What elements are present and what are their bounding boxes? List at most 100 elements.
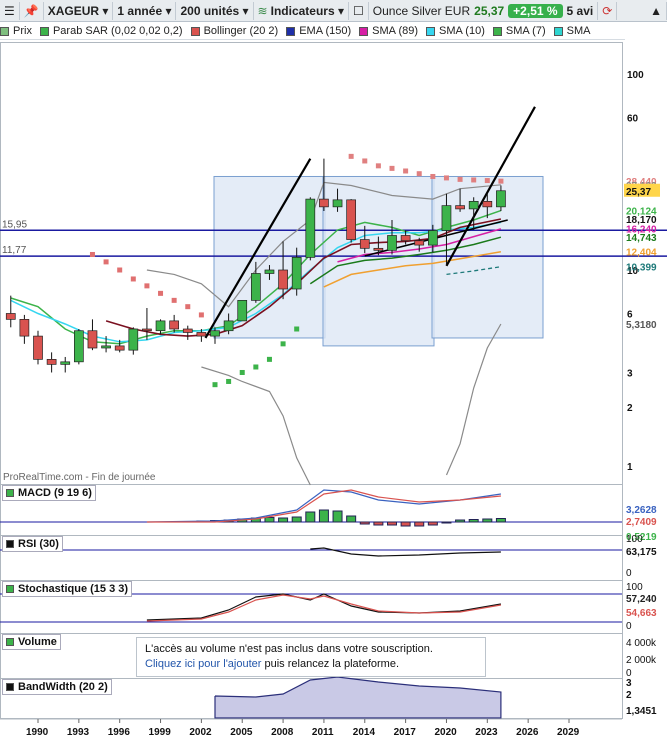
candle xyxy=(264,269,275,274)
candle xyxy=(291,257,302,290)
candle xyxy=(182,328,193,333)
sar-dot xyxy=(375,163,381,169)
notice-link[interactable]: Cliquez ici pour l'ajouter xyxy=(145,658,261,670)
panel-label-bandwidth[interactable]: BandWidth (20 2) xyxy=(2,679,112,695)
candle xyxy=(196,332,207,337)
checkbox-icon[interactable]: ☐ xyxy=(349,1,369,20)
sar-dot xyxy=(280,341,286,347)
y-tick-label: 1 xyxy=(627,462,633,473)
macd-bar xyxy=(414,521,425,527)
stoch-label: Stochastique (15 3 3) xyxy=(18,583,129,595)
macd-bar xyxy=(495,518,506,523)
panel-border xyxy=(0,535,623,581)
stoch-k xyxy=(146,593,502,621)
bollinger-lower-2 xyxy=(445,323,502,476)
y-tick-label: 60 xyxy=(627,113,639,124)
panel-label-rsi[interactable]: RSI (30) xyxy=(2,536,63,552)
indicators-label: Indicateurs xyxy=(270,3,335,18)
bandwidth-label: BandWidth (20 2) xyxy=(18,681,108,693)
candle xyxy=(441,205,452,231)
macd-value: 3,2628 xyxy=(626,505,657,516)
sar-dot xyxy=(144,283,150,289)
candle xyxy=(332,199,343,208)
sar-dot xyxy=(212,382,218,388)
x-tick-label: 2011 xyxy=(312,727,334,738)
volume-tick: 2 000k xyxy=(626,655,657,666)
candle xyxy=(305,198,316,258)
macd-bar xyxy=(278,517,289,523)
bollinger-lower xyxy=(201,366,311,486)
y-tick-label: 2 xyxy=(627,403,633,414)
indicators-button[interactable]: ≋ Indicateurs ▾ xyxy=(254,1,349,20)
x-tick-label: 2023 xyxy=(475,727,498,738)
sar-dot xyxy=(389,165,395,171)
macd-bar xyxy=(400,521,411,527)
panel-label-macd[interactable]: MACD (9 19 6) xyxy=(2,485,96,501)
pin-icon[interactable]: 📌 xyxy=(20,1,44,20)
stoch-tick: 0 xyxy=(626,621,632,632)
x-tick-label: 2017 xyxy=(394,727,417,738)
candle xyxy=(278,269,288,290)
symbol-selector[interactable]: XAGEUR ▾ xyxy=(44,1,114,20)
x-tick-label: 2002 xyxy=(189,727,212,738)
candle xyxy=(101,345,111,349)
macd-bar xyxy=(455,519,466,523)
volume-tick: 4 000k xyxy=(626,638,657,649)
volume-swatch-icon xyxy=(6,638,14,646)
macd-label: MACD (9 19 6) xyxy=(18,487,92,499)
indicators-icon: ≋ xyxy=(257,3,268,18)
sar-dot xyxy=(348,153,354,159)
refresh-icon[interactable]: ⟳ xyxy=(598,1,618,20)
candle xyxy=(87,330,98,349)
change-badge: +2,51 % xyxy=(508,3,563,18)
sar-dot xyxy=(103,259,109,265)
level-label: 15,95 xyxy=(2,219,27,230)
candle xyxy=(496,190,506,208)
sar-dot xyxy=(239,369,245,375)
menu-icon[interactable]: ☰ xyxy=(0,1,20,20)
watermark: ProRealTime.com - Fin de journée xyxy=(3,472,156,483)
units-label: 200 unités xyxy=(180,3,240,18)
panel-label-volume[interactable]: Volume xyxy=(2,634,61,650)
bandwidth-area xyxy=(214,676,502,719)
candle xyxy=(142,328,152,332)
price-label: 14,743 xyxy=(626,233,657,244)
sar-dot xyxy=(484,178,490,184)
candle xyxy=(223,320,234,332)
candle xyxy=(319,198,329,208)
candle xyxy=(373,247,384,251)
macd-bar xyxy=(359,521,370,525)
units-selector[interactable]: 200 unités ▾ xyxy=(176,1,254,20)
price-label: 5,3180 xyxy=(626,320,657,331)
rsi-tick: 0 xyxy=(626,568,632,579)
candle xyxy=(359,239,370,249)
x-tick-label: 2008 xyxy=(271,727,294,738)
x-tick-label: 1990 xyxy=(26,727,49,738)
candle xyxy=(468,201,479,210)
price-label: 12,404 xyxy=(626,248,657,259)
sar-dot xyxy=(117,267,123,273)
chevron-up-icon[interactable]: ▲ xyxy=(646,1,667,20)
sar-dot xyxy=(457,176,463,182)
x-tick-label: 2029 xyxy=(557,727,580,738)
bandwidth-swatch-icon xyxy=(6,683,14,691)
x-tick-label: 2020 xyxy=(434,727,457,738)
candle xyxy=(210,330,220,337)
instrument-name: Ounce Silver EUR xyxy=(372,3,471,18)
candle xyxy=(19,319,30,337)
sar-dot xyxy=(443,175,449,181)
price-chart[interactable]: 15,9511,771006010632128,44027,16325,3720… xyxy=(0,22,667,741)
candle xyxy=(60,361,71,365)
macd-bar xyxy=(468,519,479,523)
bandwidth-tick: 2 xyxy=(626,690,632,701)
toolbar: ☰ 📌 XAGEUR ▾ 1 année ▾ 200 unités ▾ ≋ Ind… xyxy=(0,0,667,22)
macd-bar xyxy=(427,521,438,526)
stoch-tick: 100 xyxy=(626,582,643,593)
candle xyxy=(169,320,180,330)
period-selector[interactable]: 1 année ▾ xyxy=(113,1,177,20)
panel-label-stoch[interactable]: Stochastique (15 3 3) xyxy=(2,581,133,597)
candle xyxy=(5,313,16,320)
candle xyxy=(427,230,438,246)
x-tick-label: 1996 xyxy=(108,727,131,738)
macd-bar xyxy=(305,511,316,523)
